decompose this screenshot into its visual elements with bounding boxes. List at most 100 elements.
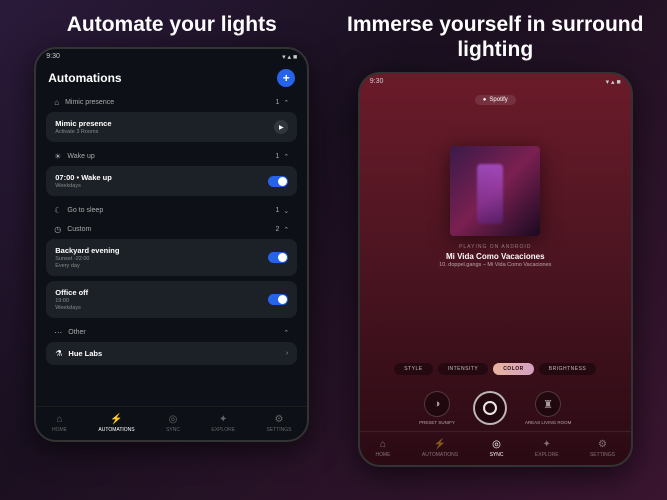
source-label: Spotify <box>489 97 507 103</box>
right-tablet: 9:30 ▾ ▴ ■ ● Spotify PLAYING ON ANDROID … <box>358 72 633 467</box>
section-label: Other <box>68 329 86 336</box>
spotify-icon: ● <box>483 97 487 103</box>
home-icon: ⌂ <box>380 439 386 450</box>
nav-home[interactable]: ⌂ HOME <box>375 439 390 458</box>
gear-icon: ⚙ <box>274 414 283 425</box>
play-button[interactable]: ▶ <box>274 120 288 134</box>
status-icons: ▾ ▴ ■ <box>606 78 621 86</box>
section-custom[interactable]: ◷ Custom 2 ⌃ <box>46 220 297 239</box>
right-heading: Immerse yourself in surround lighting <box>344 12 648 62</box>
card-subtitle: Weekdays <box>55 183 112 189</box>
status-bar: 9:30 ▾ ▴ ■ <box>360 74 631 88</box>
nav-label: SETTINGS <box>266 427 291 433</box>
nav-settings[interactable]: ⚙SETTINGS <box>590 439 615 458</box>
bottom-nav: ⌂ HOME ⚡ AUTOMATIONS ◎SYNC ✦EXPLORE ⚙SETTI… <box>360 431 631 465</box>
nav-label: HOME <box>375 452 390 458</box>
card-title: Office off <box>55 288 88 297</box>
card-backyard[interactable]: Backyard evening Sunset -22:00 Every day <box>46 239 297 276</box>
nav-explore[interactable]: ✦EXPLORE <box>535 439 559 458</box>
nav-explore[interactable]: ✦EXPLORE <box>211 414 235 433</box>
section-count: 2 <box>275 226 279 233</box>
section-label: Wake up <box>67 153 94 160</box>
card-title: Mimic presence <box>55 119 111 128</box>
chip-style[interactable]: STYLE <box>394 363 432 375</box>
status-bar: 9:30 ▾ ▴ ■ <box>36 49 307 63</box>
section-sleep[interactable]: ☾ Go to sleep 1 ⌄ <box>46 201 297 220</box>
toggle-switch[interactable] <box>268 176 288 187</box>
card-title: 07:00 • Wake up <box>55 173 112 182</box>
bolt-icon: ⚡ <box>110 414 122 425</box>
nav-settings[interactable]: ⚙ SETTINGS <box>266 414 291 433</box>
nav-label: EXPLORE <box>535 452 559 458</box>
nav-automations[interactable]: ⚡ AUTOMATIONS <box>422 439 458 458</box>
nav-home[interactable]: ⌂ HOME <box>52 414 67 433</box>
section-mimic[interactable]: ⌂ Mimic presence 1 ⌃ <box>46 93 297 112</box>
preset-button[interactable]: ◑ PRESET Sunify <box>419 391 455 425</box>
preset-icon: ◑ <box>434 398 441 410</box>
control-chips: STYLE INTENSITY COLOR BRIGHTNESS <box>360 363 631 375</box>
chevron-up-icon: ⌃ <box>283 153 289 161</box>
card-subtitle: Activate 3 Rooms <box>55 129 111 135</box>
toggle-switch[interactable] <box>268 294 288 305</box>
card-hue-labs[interactable]: ⚗ Hue Labs › <box>46 342 297 365</box>
nav-sync[interactable]: ◎ SYNC <box>166 414 180 433</box>
nav-sync[interactable]: ◎SYNC <box>490 439 504 458</box>
section-other[interactable]: ⋯ Other ⌃ <box>46 323 297 342</box>
track-title: Mi Vida Como Vacaciones <box>360 252 631 261</box>
chevron-down-icon: ⌄ <box>283 207 289 215</box>
section-count: 1 <box>275 207 279 214</box>
sync-icon <box>483 401 497 415</box>
areas-label: AREAS Living room <box>525 420 572 425</box>
nav-automations[interactable]: ⚡ AUTOMATIONS <box>98 414 134 433</box>
chip-intensity[interactable]: INTENSITY <box>438 363 489 375</box>
card-subtitle: Every day <box>55 263 119 269</box>
chip-color[interactable]: COLOR <box>493 363 534 375</box>
playing-on-label: PLAYING ON ANDROID <box>360 244 631 250</box>
section-wake[interactable]: ☀Wake up 1⌃ <box>46 147 297 166</box>
section-label: Custom <box>67 226 91 233</box>
page-title: Automations <box>48 71 121 85</box>
round-controls: ◑ PRESET Sunify ♜ AREAS Living room <box>360 391 631 425</box>
nav-label: AUTOMATIONS <box>422 452 458 458</box>
nav-label: SYNC <box>166 427 180 433</box>
nav-label: HOME <box>52 427 67 433</box>
bottom-nav: ⌂ HOME ⚡ AUTOMATIONS ◎ SYNC ✦EXPLORE ⚙ SETTI… <box>36 406 307 440</box>
add-button[interactable]: + <box>277 69 295 87</box>
gear-icon: ⚙ <box>598 439 607 450</box>
dots-icon: ⋯ <box>54 328 62 337</box>
left-heading: Automate your lights <box>20 12 324 37</box>
mimic-icon: ⌂ <box>54 98 59 107</box>
chevron-up-icon: ⌃ <box>283 226 289 234</box>
card-mimic-presence[interactable]: Mimic presence Activate 3 Rooms ▶ <box>46 112 297 142</box>
clock-icon: ◷ <box>54 225 61 234</box>
chip-brightness[interactable]: BRIGHTNESS <box>539 363 597 375</box>
chevron-up-icon: ⌃ <box>283 99 289 107</box>
track-artist: 10. doppel.gangs – Mi Vida Como Vacacion… <box>360 262 631 268</box>
status-time: 9:30 <box>46 53 60 61</box>
chevron-up-icon: ⌃ <box>283 329 289 337</box>
card-title: Backyard evening <box>55 246 119 255</box>
nav-label: AUTOMATIONS <box>98 427 134 433</box>
section-count: 1 <box>275 153 279 160</box>
sync-button[interactable] <box>473 391 507 425</box>
flask-icon: ⚗ <box>55 349 62 358</box>
sync-icon: ◎ <box>169 414 178 425</box>
card-title: Hue Labs <box>68 349 102 358</box>
home-icon: ⌂ <box>56 414 62 425</box>
areas-button[interactable]: ♜ AREAS Living room <box>525 391 572 425</box>
card-wake-up[interactable]: 07:00 • Wake up Weekdays <box>46 166 297 196</box>
bolt-icon: ⚡ <box>434 439 446 450</box>
source-chip[interactable]: ● Spotify <box>475 95 516 105</box>
status-time: 9:30 <box>370 78 384 86</box>
card-subtitle: Sunset -22:00 <box>55 256 119 262</box>
toggle-switch[interactable] <box>268 252 288 263</box>
card-subtitle: Weekdays <box>55 305 88 311</box>
chevron-right-icon: › <box>286 350 288 357</box>
card-subtitle: 19:00 <box>55 298 88 304</box>
moon-icon: ☾ <box>54 206 61 215</box>
section-label: Go to sleep <box>67 207 103 214</box>
section-count: 1 <box>275 99 279 106</box>
section-label: Mimic presence <box>65 99 114 106</box>
nav-label: EXPLORE <box>211 427 235 433</box>
card-office-off[interactable]: Office off 19:00 Weekdays <box>46 281 297 318</box>
